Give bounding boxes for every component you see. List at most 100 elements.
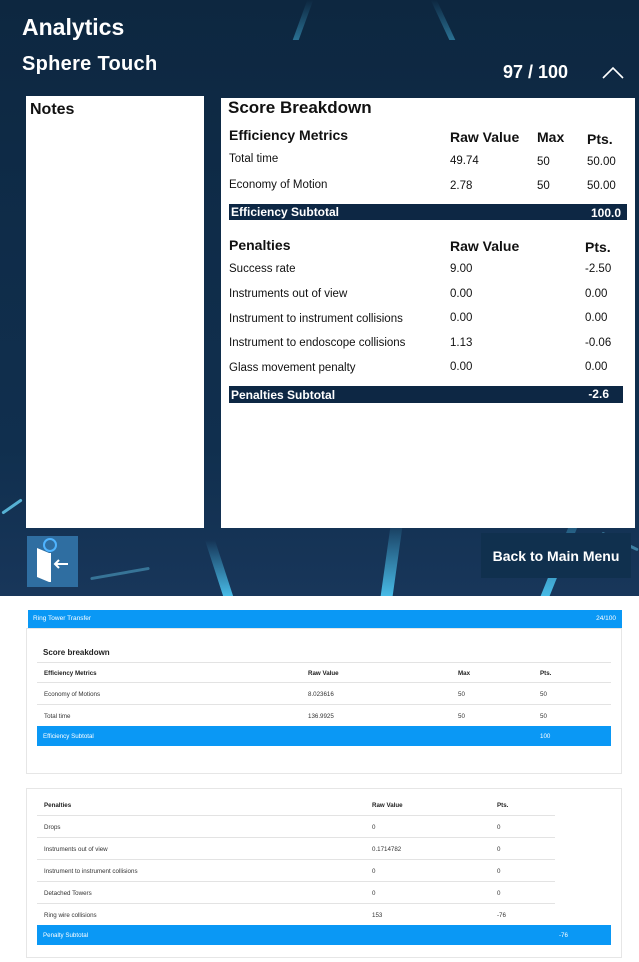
penalty-raw: 0.00 xyxy=(450,361,473,373)
breakdown-title: Score breakdown xyxy=(43,648,110,657)
metric-label: Economy of Motions xyxy=(44,691,101,698)
penalty-label: Instrument to instrument collisions xyxy=(44,868,138,875)
col-max: Max xyxy=(537,129,565,145)
penalty-label: Instruments out of view xyxy=(229,288,348,300)
penalty-raw: 0.00 xyxy=(450,288,473,300)
metric-raw: 8.023616 xyxy=(308,691,334,698)
metric-label: Total time xyxy=(44,713,71,720)
penalty-label: Instrument to instrument collisions xyxy=(229,313,403,325)
col-raw-value: Raw Value xyxy=(372,802,403,809)
penalty-pts: -0.06 xyxy=(585,337,612,349)
notes-panel[interactable]: Notes xyxy=(26,96,204,528)
penalty-pts: 0.00 xyxy=(585,361,608,373)
notes-title: Notes xyxy=(30,101,75,118)
penalty-pts: 0 xyxy=(497,890,501,897)
col-pts: Pts. xyxy=(540,670,552,677)
metric-max: 50 xyxy=(458,713,465,720)
penalty-pts: 0.00 xyxy=(585,312,608,324)
col-raw-value: Raw Value xyxy=(450,238,520,254)
col-metric: Penalties xyxy=(44,802,72,809)
light-streak xyxy=(1,498,23,515)
metric-pts: 50 xyxy=(540,691,547,698)
chevron-up-icon[interactable] xyxy=(601,64,625,80)
metric-max: 50 xyxy=(537,180,550,192)
metric-pts: 50.00 xyxy=(587,156,616,168)
light-streak xyxy=(90,566,150,581)
col-pts: Pts. xyxy=(585,239,611,255)
penalty-pts: 0 xyxy=(497,868,501,875)
metric-max: 50 xyxy=(458,691,465,698)
metric-raw: 136.9925 xyxy=(308,713,334,720)
subtotal-value: 100.0 xyxy=(590,206,621,220)
table-row: Ring wire collisions 153 -76 xyxy=(37,905,555,926)
penalty-pts: 0 xyxy=(497,846,501,853)
penalty-label: Glass movement penalty xyxy=(229,362,356,374)
col-metric: Efficiency Metrics xyxy=(44,670,97,677)
efficiency-card: Score breakdown Efficiency Metrics Raw V… xyxy=(26,628,622,774)
penalty-raw: 0.00 xyxy=(450,312,473,324)
penalty-raw: 153 xyxy=(372,912,383,919)
breakdown-title: Score Breakdown xyxy=(228,98,372,117)
penalties-subtotal-bar: Penalties Subtotal -2.6 xyxy=(229,386,623,403)
light-beam xyxy=(380,520,404,596)
light-beam xyxy=(204,540,234,596)
penalties-card: Penalties Raw Value Pts. Drops 0 0 Instr… xyxy=(26,788,622,958)
penalty-pts: -2.50 xyxy=(585,263,612,275)
penalty-raw: 0 xyxy=(372,868,376,875)
subtotal-label: Penalties Subtotal xyxy=(231,388,336,402)
page-title: Analytics xyxy=(22,14,125,40)
metric-pts: 50 xyxy=(540,713,547,720)
penalty-raw: 0 xyxy=(372,890,376,897)
penalty-pts: 0.00 xyxy=(585,288,608,300)
efficiency-section-title: Efficiency Metrics xyxy=(229,127,349,143)
col-pts: Pts. xyxy=(497,802,509,809)
task-name: Ring Tower Transfer xyxy=(33,615,92,622)
subtotal-value: 100 xyxy=(540,733,551,740)
penalty-raw: 1.13 xyxy=(450,337,473,349)
penalty-pts: -76 xyxy=(497,912,506,919)
metric-max: 50 xyxy=(537,156,550,168)
table-row: Instrument to instrument collisions 0 0 xyxy=(37,861,555,882)
subtotal-value: -2.6 xyxy=(588,387,609,401)
penalty-raw: 9.00 xyxy=(450,263,473,275)
back-to-main-menu-button[interactable]: Back to Main Menu xyxy=(481,533,631,578)
penalty-label: Drops xyxy=(44,824,61,831)
table-header: Efficiency Metrics Raw Value Max Pts. xyxy=(37,662,611,683)
efficiency-subtotal-bar: Efficiency Subtotal 100 xyxy=(37,726,611,746)
penalty-label: Instrument to endoscope collisions xyxy=(229,337,406,349)
penalties-section-title: Penalties xyxy=(229,237,291,253)
col-raw-value: Raw Value xyxy=(450,129,520,145)
metric-pts: 50.00 xyxy=(587,180,616,192)
total-score: 97 / 100 xyxy=(503,62,569,82)
subtotal-label: Efficiency Subtotal xyxy=(43,733,94,740)
task-header-bar: Ring Tower Transfer 24/100 xyxy=(28,610,622,628)
table-row: Total time 136.9925 50 50 xyxy=(37,706,611,727)
col-raw-value: Raw Value xyxy=(308,670,339,677)
light-beam xyxy=(292,0,314,40)
table-row: Detached Towers 0 0 xyxy=(37,883,555,904)
subtotal-label: Penalty Subtotal xyxy=(43,932,89,939)
score-breakdown-panel: Score Breakdown Efficiency Metrics Raw V… xyxy=(221,98,635,528)
metric-raw: 2.78 xyxy=(450,180,473,192)
subtotal-label: Efficiency Subtotal xyxy=(231,205,340,219)
subtotal-value: -76 xyxy=(559,932,568,939)
penalty-raw: 0.1714782 xyxy=(372,846,402,853)
metric-raw: 49.74 xyxy=(450,155,479,167)
efficiency-subtotal-bar: Efficiency Subtotal 100.0 xyxy=(229,204,627,220)
exit-door-icon[interactable] xyxy=(27,536,78,587)
metric-label: Economy of Motion xyxy=(229,179,328,191)
web-report: Ring Tower Transfer 24/100 Score breakdo… xyxy=(0,596,639,962)
table-header: Penalties Raw Value Pts. xyxy=(37,795,555,816)
col-max: Max xyxy=(458,670,471,677)
penalty-pts: 0 xyxy=(497,824,501,831)
penalty-label: Instruments out of view xyxy=(44,846,108,853)
col-pts: Pts. xyxy=(587,131,613,147)
task-score: 24/100 xyxy=(596,615,616,622)
penalty-raw: 0 xyxy=(372,824,376,831)
light-beam xyxy=(430,0,456,40)
penalty-label: Success rate xyxy=(229,263,296,275)
penalty-subtotal-bar: Penalty Subtotal -76 xyxy=(37,925,611,945)
penalty-label: Ring wire collisions xyxy=(44,912,97,919)
table-row: Drops 0 0 xyxy=(37,817,555,838)
table-row: Economy of Motions 8.023616 50 50 xyxy=(37,684,611,705)
